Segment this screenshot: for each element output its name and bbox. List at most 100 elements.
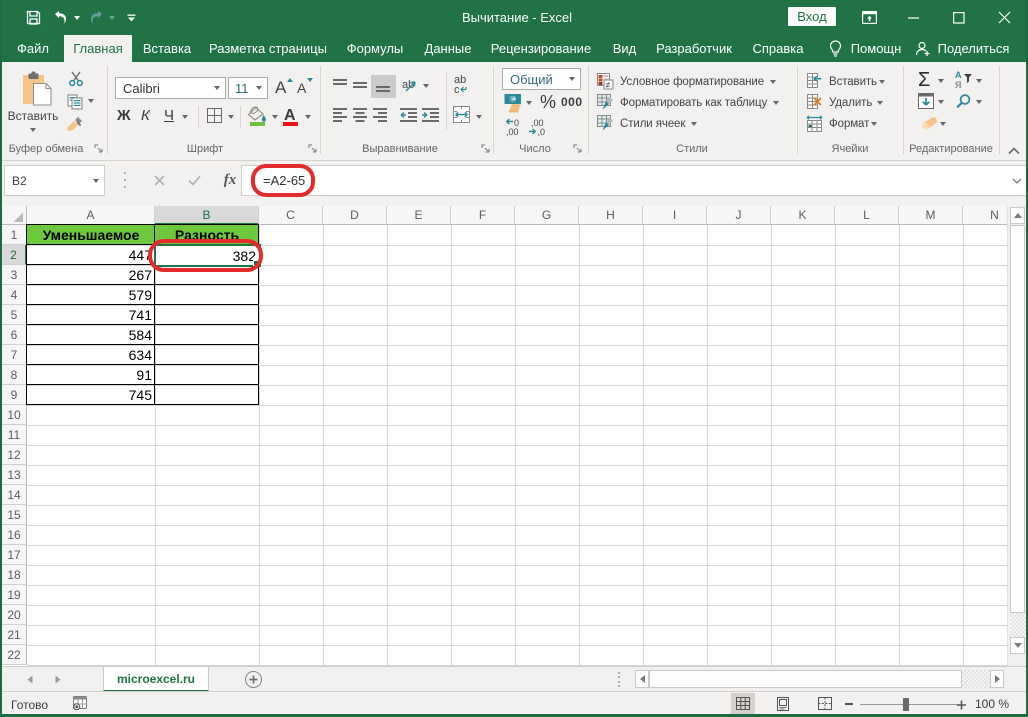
autosum-icon[interactable]: Σ bbox=[918, 70, 935, 90]
close-icon[interactable] bbox=[989, 0, 1019, 35]
formula-input[interactable]: =A2-65 bbox=[242, 165, 1026, 196]
orientation-dropdown-icon[interactable] bbox=[423, 84, 429, 88]
zoom-level[interactable]: 100 % bbox=[972, 697, 1012, 711]
row-header-22[interactable]: 22 bbox=[2, 645, 27, 665]
column-header-A[interactable]: A bbox=[27, 206, 155, 225]
row-header-10[interactable]: 10 bbox=[2, 405, 27, 425]
scroll-down-icon[interactable] bbox=[1010, 637, 1025, 654]
tab-data[interactable]: Данные bbox=[416, 35, 480, 62]
new-sheet-icon[interactable] bbox=[245, 671, 262, 688]
tab-insert[interactable]: Вставка bbox=[132, 35, 202, 62]
borders-dropdown-icon[interactable] bbox=[228, 115, 234, 119]
sheet-nav-right-icon[interactable] bbox=[51, 667, 65, 692]
row-header-1[interactable]: 1 bbox=[2, 225, 27, 245]
vertical-scrollbar[interactable] bbox=[1007, 206, 1026, 666]
insert-function-icon[interactable]: fx bbox=[216, 165, 244, 196]
align-middle-icon[interactable] bbox=[353, 78, 367, 96]
autosum-dropdown-icon[interactable] bbox=[938, 79, 944, 83]
row-header-19[interactable]: 19 bbox=[2, 585, 27, 605]
accounting-format-icon[interactable] bbox=[504, 93, 523, 118]
customize-quick-access-icon[interactable] bbox=[124, 0, 138, 35]
row-header-7[interactable]: 7 bbox=[2, 345, 27, 365]
maximize-icon[interactable] bbox=[944, 0, 974, 35]
percent-style-icon[interactable]: % bbox=[540, 92, 558, 112]
zoom-out-icon[interactable] bbox=[845, 702, 855, 706]
row-header-18[interactable]: 18 bbox=[2, 565, 27, 585]
undo-icon[interactable] bbox=[50, 0, 70, 35]
copy-dropdown-icon[interactable] bbox=[88, 99, 94, 103]
font-color-icon[interactable]: А bbox=[282, 106, 299, 132]
column-header-J[interactable]: J bbox=[707, 206, 771, 225]
tab-help[interactable]: Справка bbox=[741, 35, 815, 62]
undo-dropdown-icon[interactable] bbox=[71, 0, 83, 35]
tab-page-layout[interactable]: Разметка страницы bbox=[202, 35, 334, 62]
redo-icon[interactable] bbox=[87, 0, 107, 35]
row-header-13[interactable]: 13 bbox=[2, 465, 27, 485]
row-header-14[interactable]: 14 bbox=[2, 485, 27, 505]
align-center-icon[interactable] bbox=[353, 108, 367, 127]
fill-dropdown-icon[interactable] bbox=[938, 100, 944, 104]
italic-button[interactable]: К bbox=[141, 107, 157, 127]
fill-color-dropdown-icon[interactable] bbox=[272, 115, 278, 119]
font-size-combo[interactable]: 11 bbox=[228, 77, 268, 99]
copy-icon[interactable] bbox=[67, 94, 84, 115]
column-header-K[interactable]: K bbox=[771, 206, 835, 225]
minimize-icon[interactable] bbox=[899, 0, 929, 35]
font-color-dropdown-icon[interactable] bbox=[305, 115, 311, 119]
align-left-icon[interactable] bbox=[333, 108, 347, 127]
select-all-corner[interactable] bbox=[2, 206, 27, 225]
grow-font-icon[interactable]: A bbox=[274, 76, 293, 101]
underline-dropdown-icon[interactable] bbox=[182, 115, 188, 119]
shrink-font-icon[interactable]: A bbox=[296, 76, 314, 101]
tab-developer[interactable]: Разработчик bbox=[647, 35, 741, 62]
comma-style-icon[interactable]: 000 bbox=[561, 95, 583, 109]
zoom-slider-thumb[interactable] bbox=[903, 698, 909, 711]
font-name-combo[interactable]: Calibri bbox=[115, 77, 226, 99]
scroll-left-icon[interactable] bbox=[635, 670, 649, 688]
clipboard-dialog-launcher-icon[interactable] bbox=[94, 144, 104, 154]
cut-icon[interactable] bbox=[68, 71, 84, 92]
paste-label[interactable]: Вставить bbox=[6, 109, 60, 123]
align-bottom-button[interactable] bbox=[371, 75, 396, 98]
accounting-dropdown-icon[interactable] bbox=[526, 101, 532, 105]
ribbon-display-options-icon[interactable] bbox=[854, 0, 884, 35]
tab-file[interactable]: Файл bbox=[8, 35, 58, 62]
insert-cells-dropdown-icon[interactable] bbox=[879, 80, 885, 84]
formula-bar-splitter[interactable] bbox=[121, 169, 129, 191]
alignment-dialog-launcher-icon[interactable] bbox=[481, 144, 491, 154]
column-header-E[interactable]: E bbox=[387, 206, 451, 225]
collapse-ribbon-icon[interactable] bbox=[1008, 142, 1022, 155]
enter-icon[interactable] bbox=[180, 165, 208, 196]
row-header-4[interactable]: 4 bbox=[2, 285, 27, 305]
zoom-slider-track[interactable] bbox=[860, 704, 958, 706]
column-header-N[interactable]: N bbox=[963, 206, 1008, 225]
normal-view-button[interactable] bbox=[731, 693, 755, 714]
fill-color-icon[interactable] bbox=[247, 106, 267, 132]
column-header-G[interactable]: G bbox=[515, 206, 579, 225]
column-header-D[interactable]: D bbox=[323, 206, 387, 225]
font-dialog-launcher-icon[interactable] bbox=[308, 144, 318, 154]
horizontal-scroll-thumb[interactable] bbox=[649, 670, 962, 688]
row-header-3[interactable]: 3 bbox=[2, 265, 27, 285]
decrease-indent-icon[interactable] bbox=[400, 108, 417, 127]
bold-button[interactable]: Ж bbox=[117, 107, 135, 127]
row-header-16[interactable]: 16 bbox=[2, 525, 27, 545]
column-header-C[interactable]: C bbox=[259, 206, 323, 225]
fill-down-icon[interactable] bbox=[918, 93, 934, 114]
tab-assistant[interactable]: Помощн bbox=[815, 35, 915, 62]
sheet-nav-left-icon[interactable] bbox=[23, 667, 37, 692]
page-layout-view-button[interactable] bbox=[771, 693, 795, 714]
find-select-icon[interactable] bbox=[955, 93, 972, 115]
format-painter-icon[interactable] bbox=[66, 116, 85, 138]
column-header-L[interactable]: L bbox=[835, 206, 899, 225]
delete-cells-button[interactable]: Удалить bbox=[806, 92, 872, 113]
tab-home[interactable]: Главная bbox=[64, 35, 132, 62]
wrap-text-icon[interactable]: ab c bbox=[454, 74, 470, 99]
row-header-11[interactable]: 11 bbox=[2, 425, 27, 445]
format-as-table-button[interactable]: Форматировать как таблицу bbox=[597, 92, 780, 113]
conditional-formatting-button[interactable]: ≠ Условное форматирование bbox=[597, 71, 776, 92]
row-header-21[interactable]: 21 bbox=[2, 625, 27, 645]
format-cells-dropdown-icon[interactable] bbox=[871, 122, 877, 126]
paste-dropdown-icon[interactable] bbox=[30, 128, 36, 132]
row-header-2[interactable]: 2 bbox=[2, 245, 27, 265]
